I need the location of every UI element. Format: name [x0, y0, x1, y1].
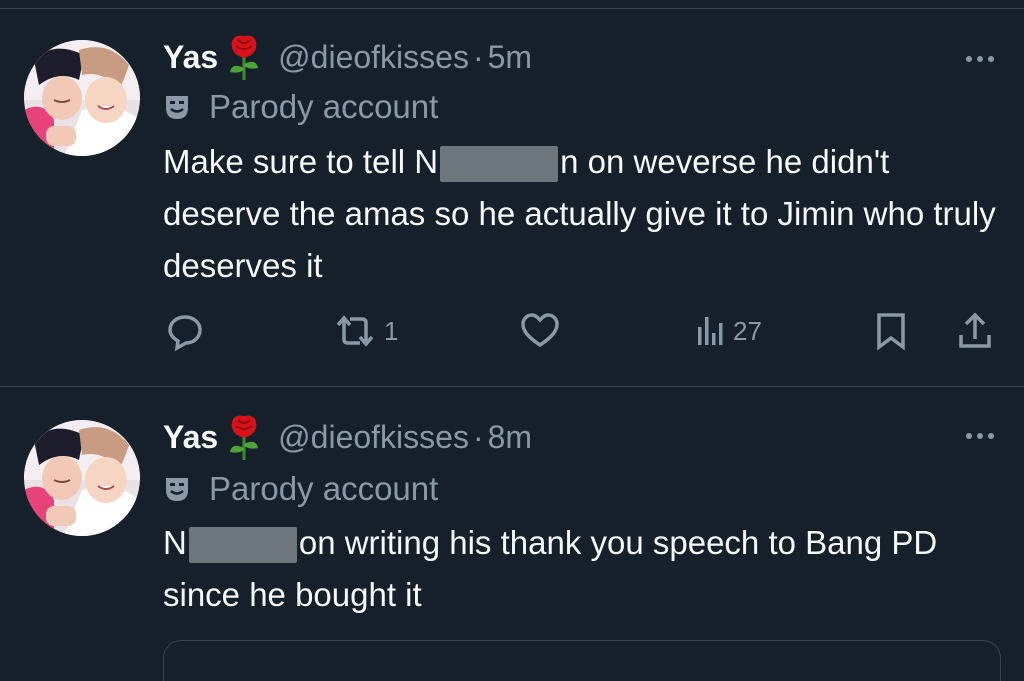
views-button[interactable]: 27: [695, 306, 762, 356]
tweet-text-part: N: [163, 524, 187, 561]
bookmark-icon: [877, 313, 905, 351]
tweet[interactable]: Yas @dieofkisses · 8m Parody account Non…: [0, 387, 1024, 681]
reply-button[interactable]: [163, 306, 207, 356]
tweet-header: Yas @dieofkisses · 5m: [163, 32, 532, 82]
rose-icon: [224, 412, 264, 462]
rose-icon: [224, 32, 264, 82]
parody-label-text: Parody account: [209, 470, 439, 507]
quoted-tweet-card[interactable]: [163, 640, 1001, 681]
parody-mask-icon: [163, 93, 191, 121]
timestamp[interactable]: 8m: [488, 419, 532, 456]
username[interactable]: @dieofkisses: [278, 419, 469, 456]
retweet-button[interactable]: 1: [330, 306, 398, 356]
views-icon: [698, 317, 723, 345]
timestamp[interactable]: 5m: [488, 39, 532, 76]
separator: ·: [472, 38, 484, 75]
tweet-text: Make sure to tell Nn on weverse he didn'…: [163, 136, 1003, 292]
avatar[interactable]: [24, 420, 140, 536]
display-name[interactable]: Yas: [163, 419, 218, 456]
tweet[interactable]: Yas @dieofkisses · 5m Parody account Mak…: [0, 8, 1024, 387]
retweet-icon: [336, 315, 374, 347]
tweet-text-part: Make sure to tell N: [163, 143, 439, 180]
share-icon: [959, 312, 991, 348]
reply-icon: [168, 315, 202, 352]
action-bar: 1 27: [0, 306, 1024, 356]
retweet-count: 1: [384, 315, 399, 346]
redaction-box: [188, 527, 297, 564]
parody-label: Parody account: [163, 88, 438, 126]
more-icon[interactable]: [960, 421, 1000, 451]
more-icon[interactable]: [960, 44, 1000, 74]
parody-label: Parody account: [163, 470, 438, 508]
avatar[interactable]: [24, 40, 140, 156]
views-count: 27: [733, 315, 762, 346]
share-button[interactable]: [955, 306, 995, 356]
parody-label-text: Parody account: [209, 88, 439, 125]
like-icon: [521, 313, 559, 348]
separator: ·: [472, 418, 484, 455]
like-button[interactable]: [518, 306, 562, 356]
display-name[interactable]: Yas: [163, 39, 218, 76]
bookmark-button[interactable]: [873, 306, 909, 356]
username[interactable]: @dieofkisses: [278, 39, 469, 76]
tweet-text: Non writing his thank you speech to Bang…: [163, 517, 1003, 621]
redaction-box: [440, 146, 559, 183]
tweet-header: Yas @dieofkisses · 8m: [163, 412, 532, 462]
parody-mask-icon: [163, 475, 191, 503]
